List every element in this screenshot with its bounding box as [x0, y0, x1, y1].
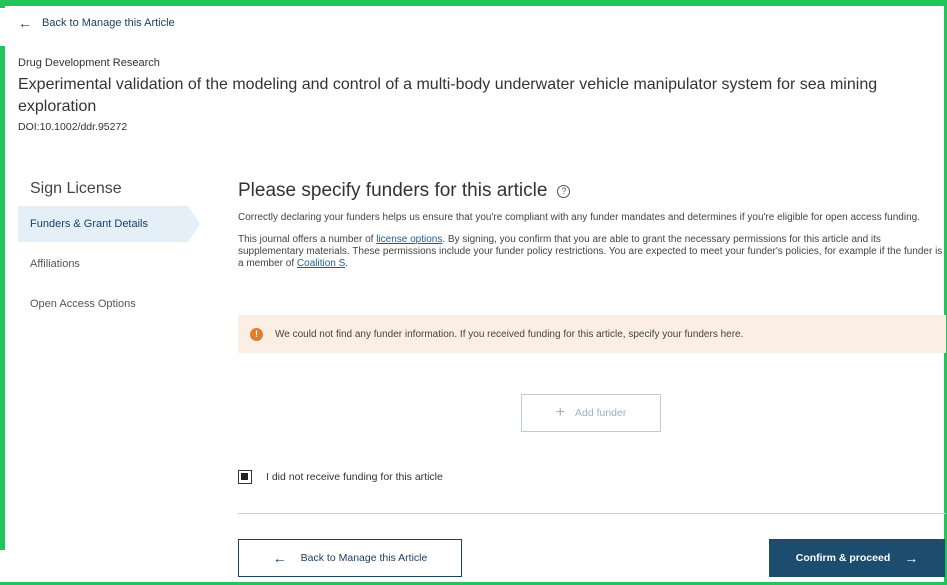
sidebar-item-label: Open Access Options	[30, 298, 136, 310]
journal-name: Drug Development Research	[18, 57, 160, 69]
license-options-link[interactable]: license options	[376, 234, 442, 245]
funder-description: Correctly declaring your funders helps u…	[238, 212, 920, 223]
arrow-left-icon: ←	[272, 550, 287, 566]
alert-text: We could not find any funder information…	[275, 328, 744, 340]
plus-icon: +	[555, 404, 565, 421]
sidebar-item-funders[interactable]: Funders & Grant Details	[18, 206, 200, 242]
no-funder-alert: ! We could not find any funder informati…	[238, 315, 946, 353]
arrow-left-icon: ←	[18, 15, 32, 31]
divider	[238, 513, 946, 514]
confirm-button-label: Confirm & proceed	[795, 552, 891, 564]
license-text: .	[345, 258, 349, 269]
frame-border-top	[0, 0, 947, 6]
sidebar-item-label: Funders & Grant Details	[30, 218, 148, 230]
main-panel: Please specify funders for this article …	[238, 180, 946, 577]
article-title: Experimental validation of the modeling …	[18, 76, 878, 115]
add-funder-label: Add funder	[574, 407, 627, 419]
page-title-text: Please specify funders for this article	[238, 180, 548, 201]
no-funding-checkbox-row[interactable]: I did not receive funding for this artic…	[238, 470, 443, 484]
sidebar-item-open-access[interactable]: Open Access Options	[18, 286, 198, 322]
license-text: This journal offers a number of	[238, 234, 377, 245]
no-funding-label: I did not receive funding for this artic…	[266, 471, 443, 483]
sidebar-item-label: Affiliations	[30, 258, 80, 270]
help-circle-icon[interactable]: ?	[557, 184, 571, 198]
frame-border-gap	[0, 8, 5, 46]
coalition-s-link[interactable]: Coalition S	[297, 258, 345, 269]
no-funding-checkbox[interactable]	[238, 470, 252, 484]
back-to-manage-link[interactable]: ← Back to Manage this Article	[18, 16, 175, 30]
back-link-label: Back to Manage this Article	[42, 17, 175, 29]
sidebar-title: Sign License	[30, 180, 122, 197]
article-doi: DOI:10.1002/ddr.95272	[18, 121, 128, 133]
add-funder-button[interactable]: + Add funder	[521, 394, 661, 432]
license-description: This journal offers a number of license …	[238, 234, 946, 270]
frame-border-left	[0, 0, 5, 585]
confirm-proceed-button[interactable]: Confirm & proceed →	[769, 539, 945, 577]
frame-border-gap	[0, 550, 5, 585]
back-to-manage-button[interactable]: ← Back to Manage this Article	[238, 539, 462, 577]
back-button-label: Back to Manage this Article	[300, 552, 428, 564]
sidebar-item-affiliations[interactable]: Affiliations	[18, 246, 198, 282]
page-title: Please specify funders for this article …	[238, 180, 946, 202]
sidebar: Sign License Funders & Grant Details Aff…	[18, 180, 200, 326]
arrow-right-icon: →	[904, 550, 919, 566]
info-icon: !	[250, 327, 263, 341]
